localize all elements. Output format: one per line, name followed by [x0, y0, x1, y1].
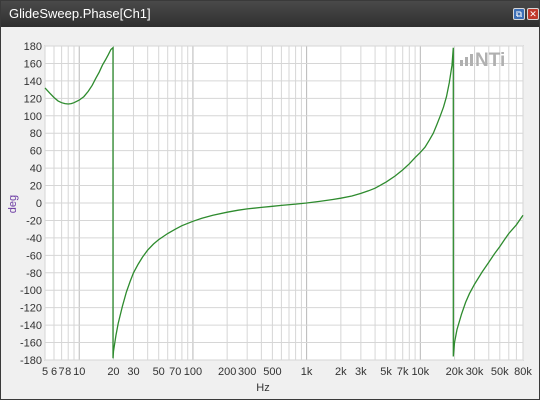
y-tick-label: -20: [26, 215, 42, 227]
plot-window: GlideSweep.Phase[Ch1] ⧉ ✕ 180 160 140 120 10…: [0, 0, 540, 400]
y-tick-label: 20: [30, 181, 42, 193]
x-tick-label: 50: [153, 366, 165, 378]
y-tick-label: -160: [20, 338, 42, 350]
y-tick-label: -100: [20, 285, 42, 297]
y-tick-label: -40: [26, 233, 42, 245]
y-tick-label: -120: [20, 303, 42, 315]
x-axis-ticks: 5 6 7 8 10 20 30 50 70 100 200 300 500 1k 2k 3k 5k 7k 10k 2…: [42, 366, 532, 378]
logo-bar-3: [470, 54, 473, 66]
y-tick-label: -60: [26, 250, 42, 262]
x-tick-label: 1k: [301, 366, 313, 378]
x-tick-label: 5k: [380, 366, 392, 378]
y-tick-label: 160: [24, 58, 42, 70]
restore-window-icon[interactable]: ⧉: [513, 8, 525, 20]
x-tick-label: 10k: [411, 366, 429, 378]
window-title: GlideSweep.Phase[Ch1]: [9, 6, 151, 21]
logo-text: NTi: [475, 50, 505, 71]
x-tick-label: 70: [169, 366, 181, 378]
y-tick-label: 40: [30, 163, 42, 175]
y-tick-label: 0: [36, 198, 42, 210]
logo-bar-1: [460, 60, 463, 66]
x-tick-label: 5: [42, 366, 48, 378]
y-tick-label: 100: [24, 111, 42, 123]
y-axis-ticks: 180 160 140 120 100 80 60 40 20 0 -20 -40 -60 -80 -100…: [20, 41, 42, 367]
y-tick-label: -180: [20, 355, 42, 367]
x-tick-label: 7k: [397, 366, 409, 378]
x-tick-label: 30: [127, 366, 139, 378]
y-tick-label: -80: [26, 268, 42, 280]
x-tick-label: 50k: [491, 366, 509, 378]
y-axis-label: deg: [7, 195, 19, 213]
x-tick-label: 80k: [514, 366, 532, 378]
y-tick-label: 80: [30, 128, 42, 140]
y-tick-label: 140: [24, 76, 42, 88]
x-tick-label: 300: [238, 366, 256, 378]
x-tick-label: 30k: [466, 366, 484, 378]
logo-bar-2: [465, 57, 468, 66]
phase-chart: 180160140120100806040200-20-40-60-80-100…: [7, 41, 532, 394]
x-tick-label: 7: [59, 366, 65, 378]
x-tick-label: 20k: [446, 366, 464, 378]
x-tick-label: 3k: [355, 366, 367, 378]
y-tick-label: -140: [20, 320, 42, 332]
y-tick-label: 60: [30, 146, 42, 158]
x-tick-label: 8: [65, 366, 71, 378]
x-tick-label: 10: [73, 366, 85, 378]
x-tick-label: 100: [184, 366, 202, 378]
x-tick-label: 500: [263, 366, 281, 378]
x-tick-label: 2k: [335, 366, 347, 378]
x-axis-label: Hz: [256, 382, 269, 394]
x-tick-label: 200: [218, 366, 236, 378]
close-window-icon[interactable]: ✕: [527, 8, 539, 20]
y-tick-label: 120: [24, 93, 42, 105]
x-tick-label: 6: [51, 366, 57, 378]
x-tick-label: 20: [107, 366, 119, 378]
y-tick-label: 180: [24, 41, 42, 53]
title-bar[interactable]: GlideSweep.Phase[Ch1] ⧉ ✕: [1, 1, 539, 27]
